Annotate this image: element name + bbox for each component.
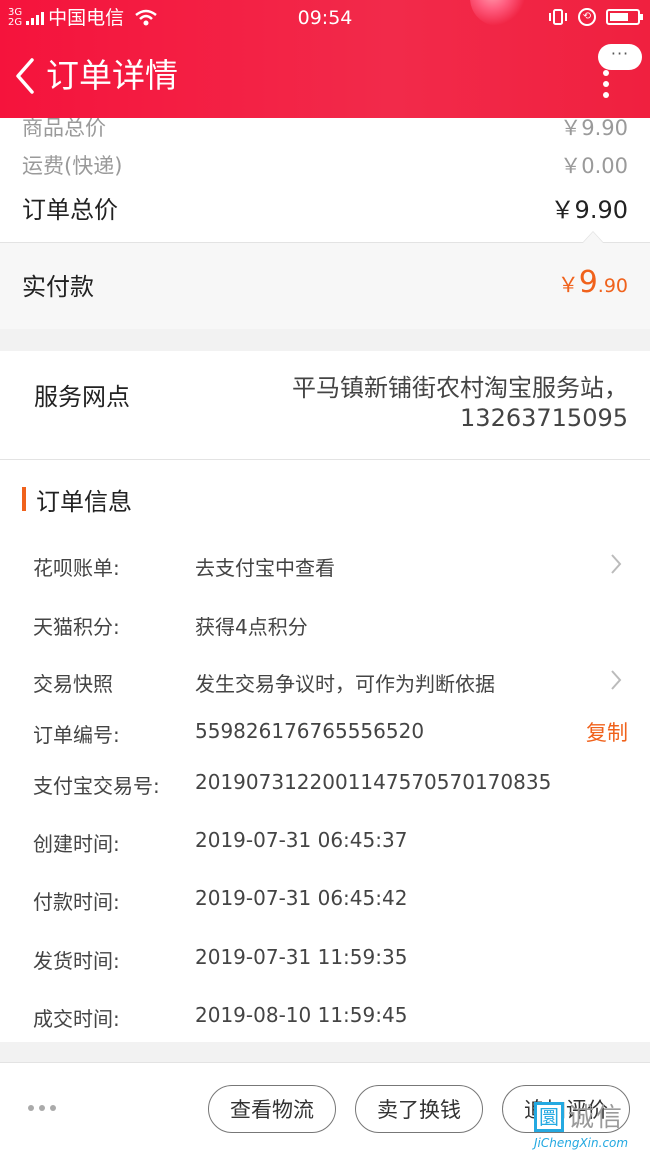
heading-accent-bar	[22, 487, 26, 511]
vibrate-icon	[549, 9, 567, 25]
paid-time-row: 付款时间: 2019-07-31 06:45:42	[0, 878, 650, 918]
row-value: 2019-07-31 06:45:42	[195, 886, 408, 910]
tmall-points-row: 天猫积分: 获得4点积分	[0, 603, 650, 643]
goods-total-label: 商品总价	[22, 118, 106, 140]
status-bar: 3G 2G 中国电信 09:54 ⟲	[0, 0, 650, 36]
row-value: 559826176765556520	[195, 719, 425, 743]
shipping-value: ￥0.00	[560, 154, 628, 178]
service-point-row: 服务网点 平马镇新铺街农村淘宝服务站， 13263715095	[0, 351, 650, 460]
row-value: 2019-08-10 11:59:45	[195, 1003, 408, 1027]
order-total-label: 订单总价	[22, 196, 118, 224]
row-key: 付款时间:	[33, 890, 120, 914]
service-value: 平马镇新铺街农村淘宝服务站， 13263715095	[228, 373, 628, 433]
huabei-bill-row[interactable]: 花呗账单: 去支付宝中查看	[0, 544, 650, 584]
order-number-row: 订单编号: 559826176765556520 复制	[0, 711, 650, 751]
service-phone: 13263715095	[460, 404, 628, 432]
row-key: 支付宝交易号:	[33, 774, 160, 798]
order-info-title: 订单信息	[36, 487, 132, 516]
row-value: 2019073122001147570570170835	[195, 770, 552, 794]
order-info-section: 订单信息 花呗账单: 去支付宝中查看 天猫积分: 获得4点积分 交易快照 发生交…	[0, 460, 650, 1042]
paid-amount-row: 实付款 ￥9.90	[0, 231, 650, 329]
pointer-triangle	[582, 231, 604, 243]
back-button[interactable]	[10, 54, 40, 98]
chevron-right-icon	[611, 554, 622, 574]
order-info-heading: 订单信息	[22, 484, 132, 516]
view-logistics-button[interactable]: 查看物流	[208, 1085, 336, 1133]
copy-button[interactable]: 复制	[586, 717, 628, 747]
app-header: 3G 2G 中国电信 09:54 ⟲ 订单详情 ···	[0, 0, 650, 118]
created-time-row: 创建时间: 2019-07-31 06:45:37	[0, 820, 650, 860]
completed-time-row: 成交时间: 2019-08-10 11:59:45	[0, 995, 650, 1035]
watermark-url: JiChengXin.com	[534, 1136, 629, 1150]
shipping-label: 运费(快递)	[22, 154, 123, 178]
order-total-value: ￥9.90	[550, 196, 628, 224]
paid-label: 实付款	[22, 273, 94, 301]
row-value: 获得4点积分	[195, 615, 308, 639]
title-bar: 订单详情 ···	[0, 44, 650, 108]
service-label: 服务网点	[34, 383, 130, 411]
chevron-left-icon	[16, 58, 34, 94]
goods-total-value: ￥9.90	[560, 118, 628, 140]
alipay-trade-number-row: 支付宝交易号: 2019073122001147570570170835	[0, 762, 650, 802]
paid-currency: ￥	[557, 273, 579, 297]
paid-decimal: .90	[597, 275, 628, 297]
row-key: 订单编号:	[33, 723, 120, 747]
watermark-word: 诚信	[568, 1103, 625, 1133]
row-value: 去支付宝中查看	[195, 556, 335, 580]
row-value: 发生交易争议时，可作为判断依据	[195, 672, 495, 696]
more-actions-icon[interactable]	[28, 1105, 56, 1111]
battery-level-fill	[610, 13, 629, 21]
row-key: 花呗账单:	[33, 556, 120, 580]
resell-button[interactable]: 卖了换钱	[355, 1085, 483, 1133]
row-key: 成交时间:	[33, 1007, 120, 1031]
trade-snapshot-row[interactable]: 交易快照 发生交易争议时，可作为判断依据	[0, 660, 650, 700]
row-key: 创建时间:	[33, 832, 120, 856]
paid-value: ￥9.90	[558, 265, 628, 300]
site-watermark: 圜 诚信 JiChengXin.com	[530, 1102, 648, 1154]
row-value: 2019-07-31 11:59:35	[195, 945, 408, 969]
more-dots-icon[interactable]	[603, 70, 611, 98]
page-title: 订单详情	[46, 56, 178, 95]
more-menu-button[interactable]: ···	[598, 44, 642, 70]
shipped-time-row: 发货时间: 2019-07-31 11:59:35	[0, 937, 650, 977]
battery-icon	[606, 9, 643, 25]
watermark-logo: 圜	[534, 1102, 564, 1132]
rotation-lock-icon: ⟲	[578, 8, 596, 26]
chevron-right-icon	[611, 670, 622, 690]
paid-integer: 9	[578, 265, 598, 300]
row-key: 天猫积分:	[33, 615, 120, 639]
price-summary: 商品总价 ￥9.90 运费(快递) ￥0.00 订单总价 ￥9.90	[0, 118, 650, 242]
row-key: 交易快照	[33, 672, 113, 696]
row-key: 发货时间:	[33, 949, 120, 973]
service-address: 平马镇新铺街农村淘宝服务站，	[292, 374, 628, 402]
row-value: 2019-07-31 06:45:37	[195, 828, 408, 852]
